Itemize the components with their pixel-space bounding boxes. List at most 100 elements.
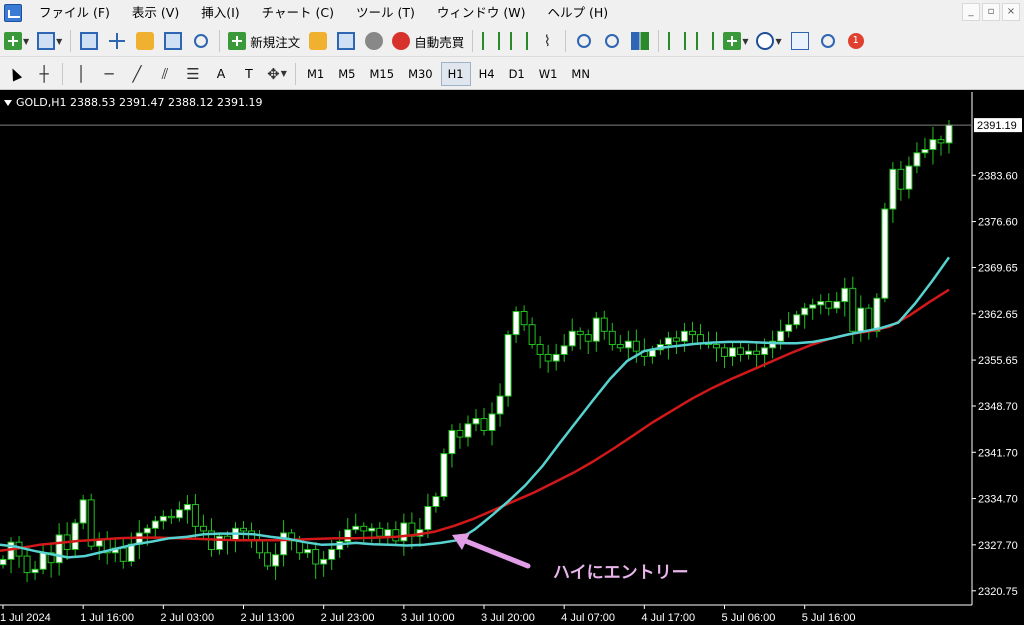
candle-body [753, 350, 761, 355]
text-label-button[interactable]: T [236, 61, 262, 87]
trendline-button[interactable]: ╱ [124, 61, 150, 87]
timeframe-w1[interactable]: W1 [533, 62, 564, 86]
price-chart[interactable]: 2383.60 2376.60 2369.65 2362.65 2355.65 2348.… [0, 90, 1024, 625]
standard-toolbar: ▼ ▼ 新規注文 自動売買 ⌇ ▼ ▼ 1 [0, 26, 1024, 57]
timeframe-m1[interactable]: M1 [301, 62, 330, 86]
new-order-button[interactable]: 新規注文 [225, 28, 303, 54]
arrows-button[interactable]: ✥ ▼ [264, 61, 290, 87]
cursor-button[interactable] [1, 61, 29, 87]
timeframe-m5[interactable]: M5 [332, 62, 361, 86]
timeframe-h1[interactable]: H1 [440, 61, 471, 86]
candle-body [512, 310, 520, 336]
zoom-in-icon [577, 34, 592, 48]
periods-button[interactable]: ▼ [753, 28, 784, 54]
new-chart-button[interactable]: ▼ [1, 28, 32, 54]
metaeditor-button[interactable] [305, 28, 331, 54]
strategy-tester-button[interactable] [188, 28, 214, 54]
notifications-button[interactable]: 1 [843, 28, 869, 54]
data-window-button[interactable] [104, 28, 130, 54]
timeframe-m15[interactable]: M15 [364, 62, 401, 86]
notification-icon: 1 [847, 33, 864, 49]
candle-body [448, 429, 456, 455]
y-tick-label: 2320.75 [978, 586, 1018, 598]
candle-body [552, 353, 560, 362]
templates-button[interactable] [787, 28, 813, 54]
candle-body [39, 552, 47, 570]
candle-body [857, 307, 865, 332]
candle-body [688, 330, 696, 336]
search-icon [820, 34, 835, 48]
x-tick-label: 4 Jul 07:00 [561, 612, 615, 624]
signals-button[interactable] [361, 28, 387, 54]
candle-body [536, 344, 544, 355]
tile-windows-button[interactable] [627, 28, 653, 54]
x-tick-label: 5 Jul 06:00 [722, 612, 776, 624]
close-button[interactable]: × [1002, 3, 1020, 21]
candle-body [937, 139, 945, 144]
candle-body [151, 520, 159, 529]
candlestick-button[interactable] [506, 28, 532, 54]
timeframe-mn[interactable]: MN [565, 62, 596, 86]
candle-body [496, 395, 504, 415]
menu-chart[interactable]: チャート (C) [251, 2, 345, 24]
candle-body [905, 165, 913, 190]
terminal-button[interactable] [160, 28, 186, 54]
navigator-icon [136, 32, 155, 50]
timeframe-d1[interactable]: D1 [503, 62, 531, 86]
y-tick-label: 2383.60 [978, 170, 1018, 182]
equidistant-channel-button[interactable]: ⫽ [152, 61, 178, 87]
y-tick-label: 2376.60 [978, 217, 1018, 229]
toolbar-separator [658, 30, 660, 52]
menu-insert[interactable]: 挿入(I) [190, 2, 250, 24]
candle-body [680, 330, 688, 342]
candlestick-icon [510, 32, 529, 50]
auto-trading-button[interactable]: 自動売買 [389, 28, 467, 54]
indicators-button[interactable]: ▼ [720, 28, 751, 54]
line-chart-button[interactable]: ⌇ [534, 28, 560, 54]
dropdown-arrow-icon: ▼ [742, 36, 749, 46]
vertical-line-button[interactable]: │ [68, 61, 94, 87]
candle-body [472, 418, 480, 425]
data-window-icon [108, 32, 126, 50]
candle-body [817, 301, 825, 306]
menu-tools[interactable]: ツール (T) [345, 2, 426, 24]
auto-scroll-button[interactable] [664, 28, 690, 54]
candle-body [873, 297, 881, 332]
arrows-icon: ✥ [267, 64, 280, 83]
account-icon [337, 32, 356, 50]
candle-body [264, 552, 272, 567]
bar-chart-button[interactable] [478, 28, 504, 54]
menu-file[interactable]: ファイル (F) [28, 2, 121, 24]
candle-body [576, 330, 584, 336]
timeframe-h4[interactable]: H4 [473, 62, 501, 86]
candle-body [79, 499, 87, 524]
candle-body [432, 496, 440, 507]
market-watch-button[interactable] [76, 28, 102, 54]
dropdown-arrow-icon: ▼ [280, 69, 287, 78]
x-tick-label: 5 Jul 16:00 [802, 612, 856, 624]
timeframe-m30[interactable]: M30 [402, 62, 439, 86]
text-button[interactable]: A [208, 61, 234, 87]
minimize-button[interactable]: _ [962, 3, 980, 21]
profiles-button[interactable]: ▼ [34, 28, 65, 54]
zoom-in-button[interactable] [571, 28, 597, 54]
candle-body [584, 334, 592, 342]
menu-help[interactable]: ヘルプ (H) [536, 2, 619, 24]
chart-shift-button[interactable] [692, 28, 718, 54]
candle-body [400, 522, 408, 542]
account-button[interactable] [333, 28, 359, 54]
new-chart-icon [4, 32, 22, 50]
restore-button[interactable]: ▫ [982, 3, 1000, 21]
crosshair-button[interactable]: ┼ [31, 61, 57, 87]
menu-window[interactable]: ウィンドウ (W) [426, 2, 537, 24]
search-button[interactable] [815, 28, 841, 54]
horizontal-line-button[interactable]: ─ [96, 61, 122, 87]
channel-icon: ⫽ [161, 64, 169, 83]
navigator-button[interactable] [132, 28, 158, 54]
x-tick-label: 2 Jul 13:00 [241, 612, 295, 624]
menu-view[interactable]: 表示 (V) [121, 2, 190, 24]
candle-body [0, 558, 7, 566]
candle-body [913, 152, 921, 167]
zoom-out-button[interactable] [599, 28, 625, 54]
fibonacci-button[interactable]: ☰ [180, 61, 206, 87]
